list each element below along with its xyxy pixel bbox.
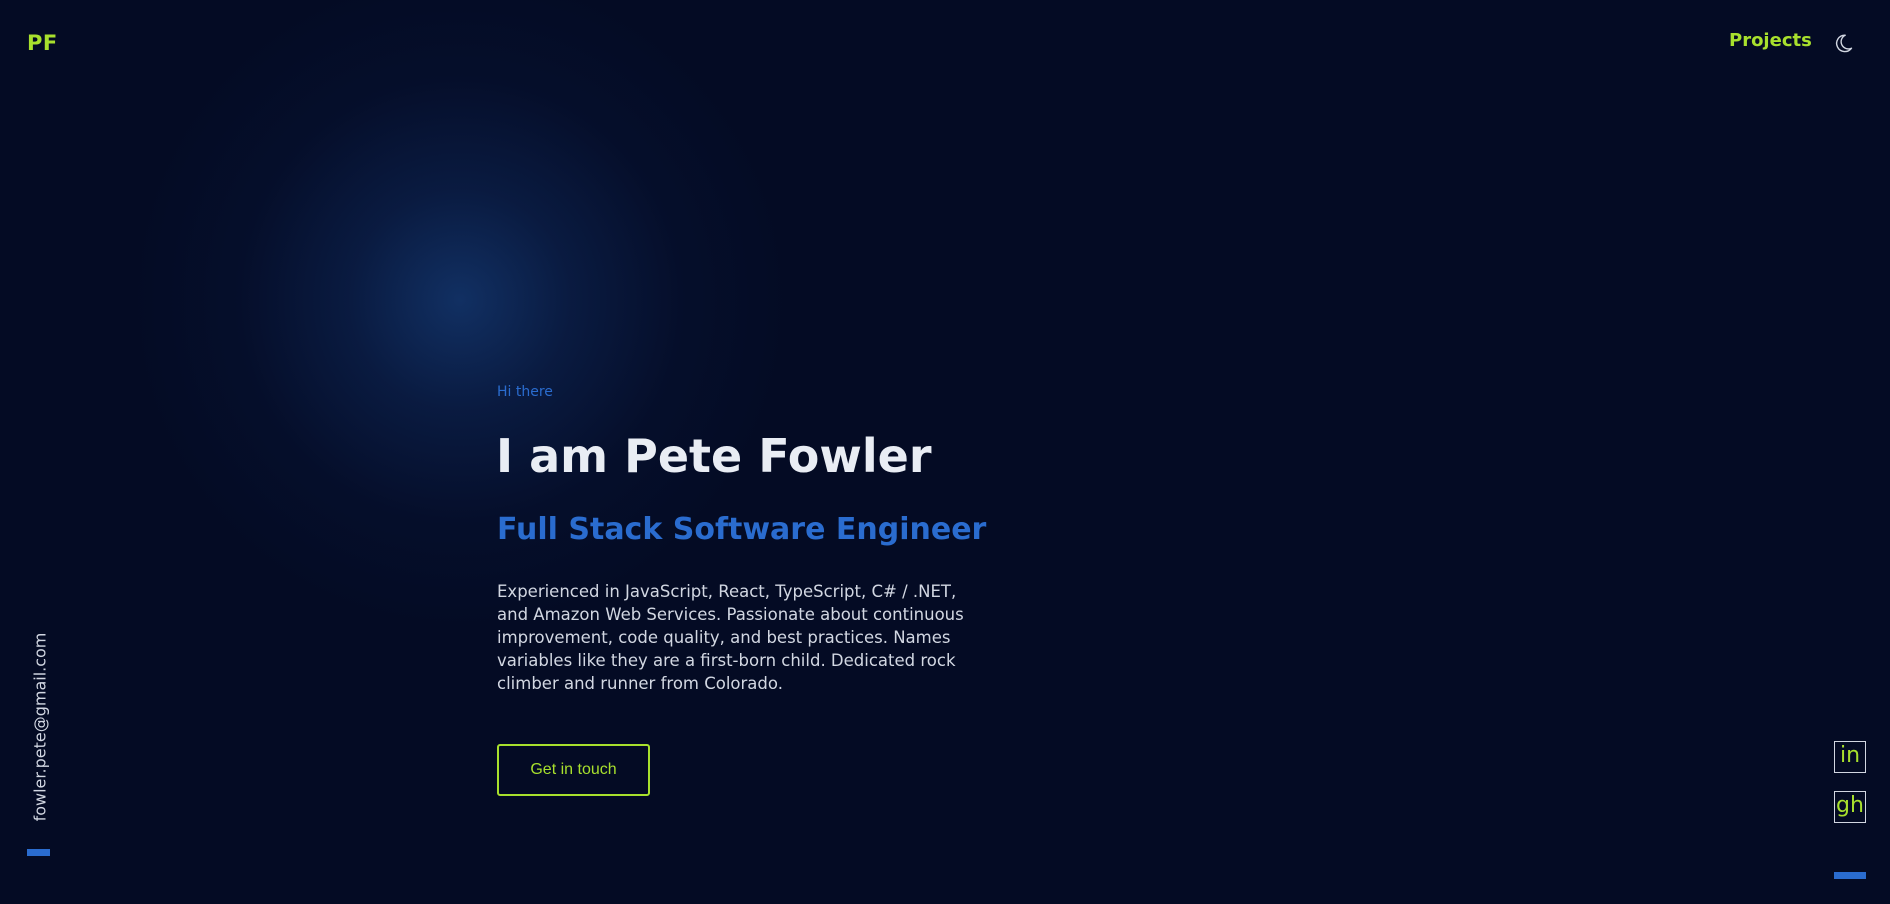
site-logo[interactable]: PF (27, 31, 58, 55)
hero-heading: I am Pete Fowler (496, 429, 932, 483)
page: PF Projects Hi there I am Pete Fowler Fu… (0, 0, 1890, 904)
hero-subheading: Full Stack Software Engineer (497, 512, 987, 547)
hero-bio: Experienced in JavaScript, React, TypeSc… (497, 582, 964, 693)
theme-toggle-button[interactable] (1834, 31, 1858, 55)
linkedin-icon[interactable]: in (1834, 741, 1866, 773)
email-link[interactable]: fowler.pete@gmail.com (31, 633, 50, 822)
nav-link-projects[interactable]: Projects (1729, 30, 1812, 51)
get-in-touch-button[interactable]: Get in touch (497, 744, 650, 796)
hero-greeting: Hi there (497, 384, 553, 400)
right-sidebar-line (1834, 872, 1866, 879)
github-icon[interactable]: gh (1834, 791, 1866, 823)
left-sidebar-line (27, 849, 50, 856)
moon-icon (1835, 34, 1853, 53)
